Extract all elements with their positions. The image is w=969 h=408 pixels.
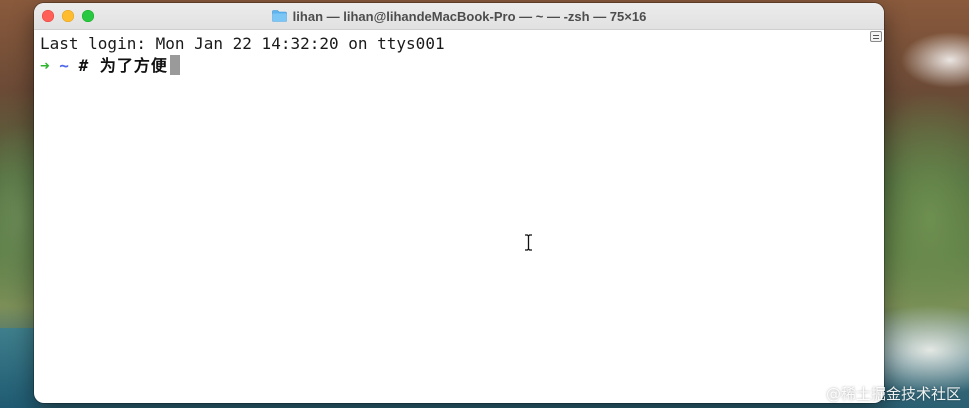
terminal-window: lihan — lihan@lihandeMacBook-Pro — ~ — -…: [34, 3, 884, 403]
prompt-arrow: ➜: [40, 56, 50, 75]
window-title: lihan — lihan@lihandeMacBook-Pro — ~ — -…: [292, 8, 647, 24]
watermark: @稀土掘金技术社区: [825, 385, 961, 403]
title-bar[interactable]: lihan — lihan@lihandeMacBook-Pro — ~ — -…: [34, 3, 884, 30]
scroll-indicator[interactable]: [870, 31, 882, 42]
ibeam-cursor-icon: [525, 234, 532, 251]
last-login-line: Last login: Mon Jan 22 14:32:20 on ttys0…: [40, 34, 445, 53]
prompt-line[interactable]: ➜ ~ # 为了方便: [40, 55, 864, 77]
folder-icon: [271, 10, 287, 22]
prompt-directory: ~: [59, 56, 69, 75]
text-cursor: [169, 55, 180, 75]
title-wrap: lihan — lihan@lihandeMacBook-Pro — ~ — -…: [34, 3, 884, 29]
command-input[interactable]: # 为了方便: [79, 56, 168, 75]
terminal-content[interactable]: Last login: Mon Jan 22 14:32:20 on ttys0…: [40, 33, 864, 403]
